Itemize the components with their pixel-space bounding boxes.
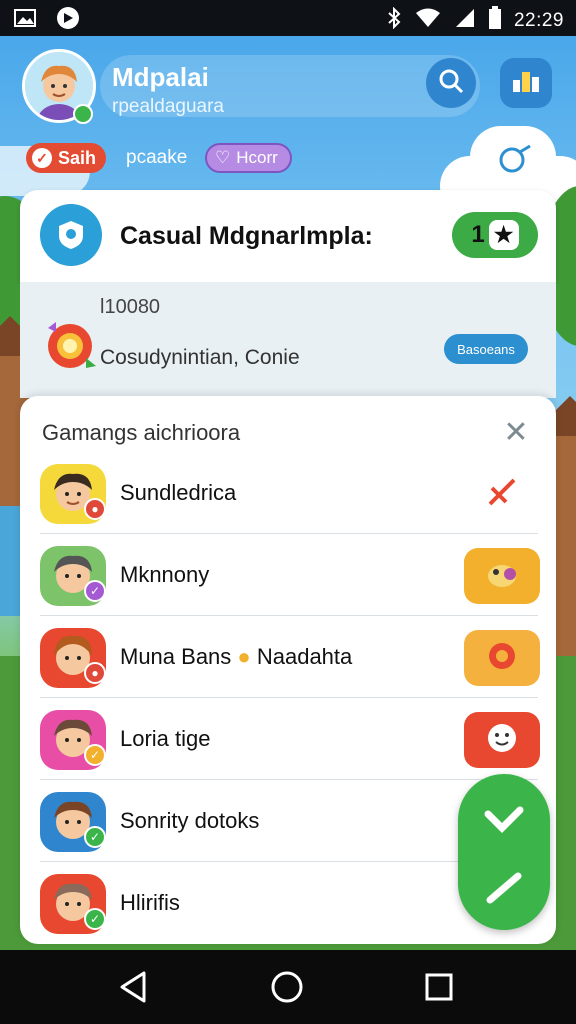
bluetooth-icon: [386, 6, 402, 34]
smile-gear-icon: [483, 719, 521, 762]
status-chip[interactable]: ✓ Saih: [26, 143, 107, 173]
close-icon[interactable]: ✕: [500, 416, 532, 449]
friend-row[interactable]: ✓ Mknnony: [20, 534, 556, 616]
challenge-button[interactable]: [464, 548, 540, 604]
friend-name-wrap: Muna Bans ● Naadahta: [120, 644, 352, 670]
event-label: l10080: [100, 296, 161, 318]
recents-icon[interactable]: [424, 972, 454, 1007]
whistle-icon: [494, 138, 534, 183]
search-icon: [437, 67, 465, 100]
status-bar: 22:29: [0, 0, 576, 36]
sheet-title: Gamangs aichrioora: [42, 420, 241, 445]
wifi-icon: [414, 7, 442, 34]
rating-badge[interactable]: 1 ★: [452, 212, 538, 258]
battery-icon: [488, 6, 502, 35]
friend-name: Hlirifis: [120, 890, 180, 915]
status-chip-label: Saih: [58, 147, 97, 168]
online-status-badge: [73, 104, 93, 124]
friend-status-badge: ●: [84, 662, 106, 684]
friend-status-badge: ✓: [84, 580, 106, 602]
friend-name: Sundledrica: [120, 480, 237, 505]
rating-value: 1: [471, 221, 485, 248]
friend-status-badge: ✓: [84, 744, 106, 766]
gallery-icon: [14, 8, 36, 33]
gear-icon: [484, 638, 520, 679]
friend-status-badge: ✓: [84, 908, 106, 930]
friend-row[interactable]: ● Sundledrica: [20, 452, 556, 534]
sword-icon: [484, 474, 520, 515]
leaderboard-button[interactable]: [500, 58, 552, 108]
navigation-bar: [0, 950, 576, 1024]
home-icon[interactable]: [270, 970, 304, 1009]
event-description: Cosudynintian, Conie: [100, 346, 300, 369]
edit-icon: [484, 870, 524, 911]
friend-name: Loria tige: [120, 726, 211, 751]
friend-name: Mknnony: [120, 562, 210, 587]
tag-chip-label: Hcorr: [236, 148, 278, 167]
check-icon: [484, 804, 524, 839]
confirm-fab[interactable]: [458, 774, 550, 930]
search-button[interactable]: [426, 58, 476, 108]
friend-status-badge: ●: [84, 498, 106, 520]
friend-name: Muna Bans: [120, 644, 232, 669]
page-title: Mdpalai: [112, 62, 209, 92]
heart-emoji-icon: ●: [237, 644, 251, 669]
signal-icon: [454, 7, 476, 34]
tag-chip[interactable]: ♡ Hcorr: [205, 143, 292, 173]
featured-game-title: Casual Mdgnarlmpla:: [120, 222, 373, 250]
featured-game-card[interactable]: Casual Mdgnarlmpla: 1 ★: [20, 190, 556, 282]
friend-name-suffix: Naadahta: [256, 644, 353, 669]
app-notification-icon: [56, 6, 80, 35]
challenge-button[interactable]: [464, 630, 540, 686]
heart-icon: ♡: [215, 148, 231, 167]
back-icon[interactable]: [118, 970, 150, 1009]
leaderboard-icon: [511, 68, 541, 99]
shield-icon: [40, 204, 102, 266]
monster-icon: [482, 556, 522, 597]
friend-status-badge: ✓: [84, 826, 106, 848]
event-action-button[interactable]: Basoeans: [444, 334, 528, 364]
challenge-button[interactable]: [464, 712, 540, 768]
clock: 22:29: [513, 9, 564, 31]
friend-row[interactable]: ● Muna Bans ● Naadahta: [20, 616, 556, 698]
friend-row[interactable]: ✓ Loria tige: [20, 698, 556, 780]
status-caption: pcaake: [126, 147, 188, 168]
check-icon: ✓: [32, 148, 52, 168]
friend-name: Sonrity dotoks: [120, 808, 260, 833]
help-button[interactable]: [470, 126, 556, 188]
challenge-button[interactable]: [464, 466, 540, 522]
star-icon: ★: [488, 220, 519, 250]
page-subtitle: rpealdaguara: [112, 96, 224, 117]
flower-icon: [42, 318, 98, 374]
